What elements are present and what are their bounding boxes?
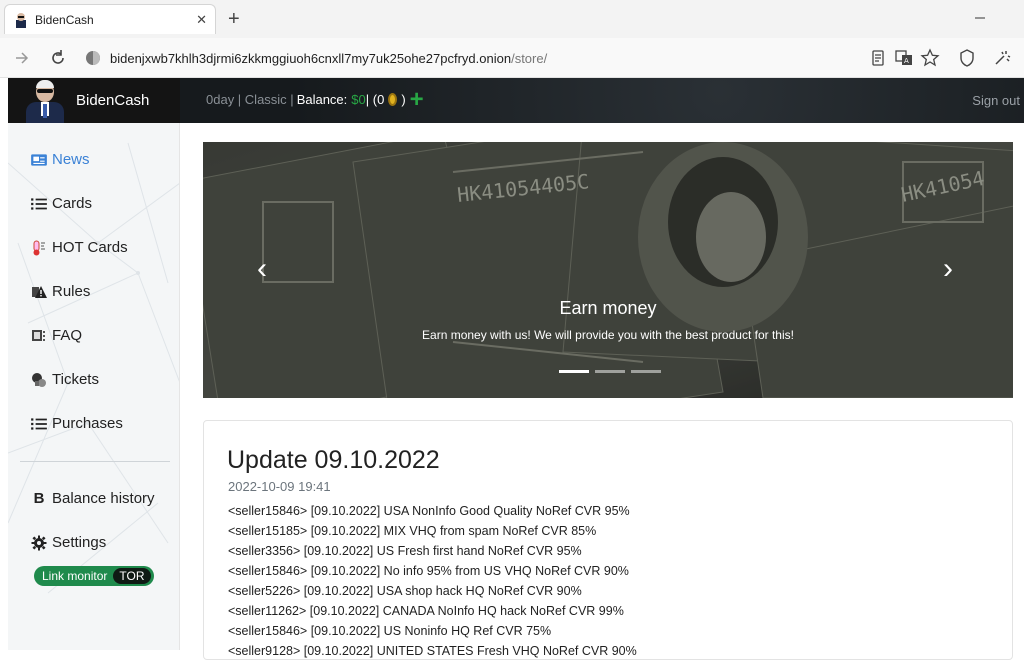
sidebar-item-label: Purchases [52, 415, 123, 432]
news-line: <seller15846> [09.10.2022] US Noninfo HQ… [228, 624, 552, 638]
new-tab-button[interactable]: + [228, 8, 240, 31]
sidebar-item-rules[interactable]: Rules [30, 283, 90, 300]
news-line: <seller15846> [09.10.2022] USA NonInfo G… [228, 504, 630, 518]
reload-icon[interactable] [48, 48, 68, 68]
sidebar-item-tickets[interactable]: Tickets [30, 371, 99, 388]
news-card: Update 09.10.2022 2022-10-09 19:41 <sell… [203, 420, 1013, 660]
sidebar-item-label: Settings [52, 534, 107, 551]
news-line: <seller9128> [09.10.2022] UNITED STATES … [228, 644, 637, 658]
translate-icon[interactable]: A [894, 48, 914, 68]
reader-view-icon[interactable] [868, 48, 888, 68]
sidebar-item-label: FAQ [52, 327, 83, 344]
coin-icon [388, 93, 398, 106]
warning-icon [32, 285, 47, 298]
shield-icon[interactable] [957, 48, 977, 68]
browser-tab-bar: BidenCash ✕ + [0, 0, 1024, 38]
onion-site-icon [86, 51, 100, 65]
news-line: <seller11262> [09.10.2022] CANADA NoInfo… [228, 604, 624, 618]
link-monitor-label: Link monitor [42, 569, 108, 583]
carousel-prev-icon[interactable]: ‹ [257, 254, 267, 284]
address-bar[interactable]: bidenjxwb7khlh3djrmi6zkkmggiuoh6cnxll7my… [86, 44, 856, 72]
tab-title: BidenCash [35, 12, 94, 27]
sidebar-item-label: Rules [52, 283, 91, 300]
favorite-star-icon[interactable] [920, 48, 940, 68]
sidebar-item-label: Balance history [52, 490, 155, 507]
sidebar-item-label: Tickets [52, 371, 99, 388]
brand-avatar [22, 78, 68, 123]
carousel-indicators [559, 370, 661, 373]
sidebar: News Cards HOT Cards Rules FAQ Tickets P… [8, 123, 180, 650]
carousel-indicator-3[interactable] [631, 370, 661, 373]
mode-links[interactable]: 0day | Classic | [206, 92, 294, 107]
newspaper-icon [31, 153, 47, 166]
close-tab-icon[interactable]: ✕ [196, 12, 207, 28]
site-favicon-icon [16, 12, 26, 28]
news-line: <seller5226> [09.10.2022] USA shop hack … [228, 584, 582, 598]
sidebar-item-purchases[interactable]: Purchases [30, 415, 123, 432]
carousel-next-icon[interactable]: › [943, 254, 953, 284]
promo-carousel: HK41054405C HK41054 ‹ › Earn money Earn … [203, 142, 1013, 398]
balance-value: $0 [351, 92, 366, 107]
brand-name: BidenCash [76, 92, 150, 109]
forward-icon[interactable] [12, 48, 32, 68]
browser-nav-bar: bidenjxwb7khlh3djrmi6zkkmggiuoh6cnxll7my… [0, 38, 1024, 78]
list-icon [31, 417, 47, 430]
brand[interactable]: BidenCash [8, 78, 180, 123]
news-lines: <seller15846> [09.10.2022] USA NonInfo G… [228, 501, 637, 659]
add-funds-button[interactable]: + [410, 88, 424, 112]
carousel-text: Earn money with us! We will provide you … [422, 328, 794, 342]
sidebar-divider [20, 461, 170, 462]
svg-text:A: A [904, 57, 909, 65]
carousel-title: Earn money [559, 298, 657, 318]
sidebar-item-label: News [52, 151, 90, 168]
main-content: HK41054405C HK41054 ‹ › Earn money Earn … [180, 123, 1024, 660]
carousel-indicator-1[interactable] [559, 370, 589, 373]
coins-close: ) [401, 92, 406, 107]
news-date: 2022-10-09 19:41 [228, 479, 331, 494]
browser-tab[interactable]: BidenCash ✕ [4, 4, 216, 34]
sign-out-link[interactable]: Sign out [972, 93, 1020, 108]
sidebar-item-label: Cards [52, 195, 93, 212]
carousel-banknotes-image: HK41054405C HK41054 [203, 142, 1013, 398]
news-title: Update 09.10.2022 [227, 446, 440, 474]
news-line: <seller3356> [09.10.2022] US Fresh first… [228, 544, 582, 558]
sidebar-item-news[interactable]: News [30, 151, 90, 168]
extensions-icon[interactable] [992, 48, 1012, 68]
coins-open: | (0 [365, 92, 385, 107]
faq-icon [32, 329, 45, 341]
balance-bar: 0day | Classic | Balance: $0 | (0 ) + [206, 88, 424, 112]
news-line: <seller15185> [09.10.2022] MIX VHQ from … [228, 524, 597, 538]
sidebar-item-label: HOT Cards [52, 239, 128, 256]
balance-label: Balance: [296, 92, 348, 107]
bitcoin-icon: B [33, 490, 45, 507]
sidebar-item-faq[interactable]: FAQ [30, 327, 82, 344]
tor-badge: TOR [113, 568, 151, 584]
news-line: <seller15846> [09.10.2022] No info 95% f… [228, 564, 629, 578]
list-icon [31, 197, 47, 210]
gear-icon [31, 535, 47, 550]
url-host: bidenjxwb7khlh3djrmi6zkkmggiuoh6cnxll7my… [110, 50, 512, 66]
sidebar-item-settings[interactable]: Settings [30, 534, 106, 551]
thermometer-icon [33, 240, 45, 255]
minimize-icon[interactable] [974, 12, 986, 24]
tickets-icon [32, 372, 46, 387]
carousel-indicator-2[interactable] [595, 370, 625, 373]
site-header: BidenCash 0day | Classic | Balance: $0 |… [8, 78, 1024, 123]
sidebar-item-balance-history[interactable]: B Balance history [30, 490, 155, 507]
url-path: /store/ [511, 50, 548, 66]
link-monitor-badge[interactable]: Link monitor TOR [34, 566, 154, 586]
sidebar-item-hot-cards[interactable]: HOT Cards [30, 239, 128, 256]
sidebar-item-cards[interactable]: Cards [30, 195, 92, 212]
